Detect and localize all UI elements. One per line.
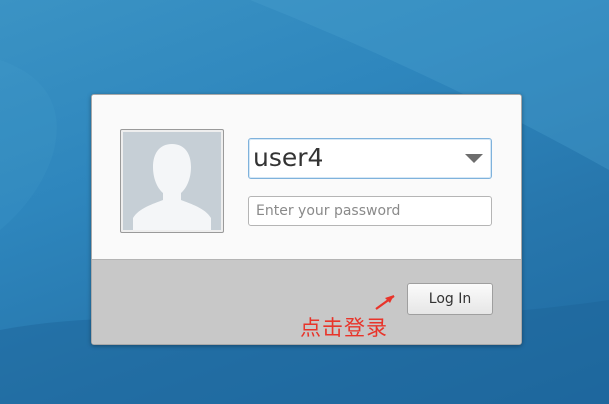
login-button[interactable]: Log In bbox=[407, 283, 493, 315]
password-field[interactable] bbox=[248, 196, 492, 226]
user-silhouette-icon bbox=[123, 132, 221, 230]
login-dialog: user4 Log In 点击登录 bbox=[91, 94, 522, 345]
avatar bbox=[120, 129, 224, 233]
username-combobox[interactable]: user4 bbox=[248, 138, 492, 179]
annotation-hint-text: 点击登录 bbox=[300, 316, 388, 340]
chevron-down-icon[interactable] bbox=[465, 154, 483, 163]
arrow-pointer-icon bbox=[375, 295, 395, 310]
dialog-top-panel: user4 bbox=[92, 95, 521, 259]
username-value: user4 bbox=[253, 143, 324, 172]
